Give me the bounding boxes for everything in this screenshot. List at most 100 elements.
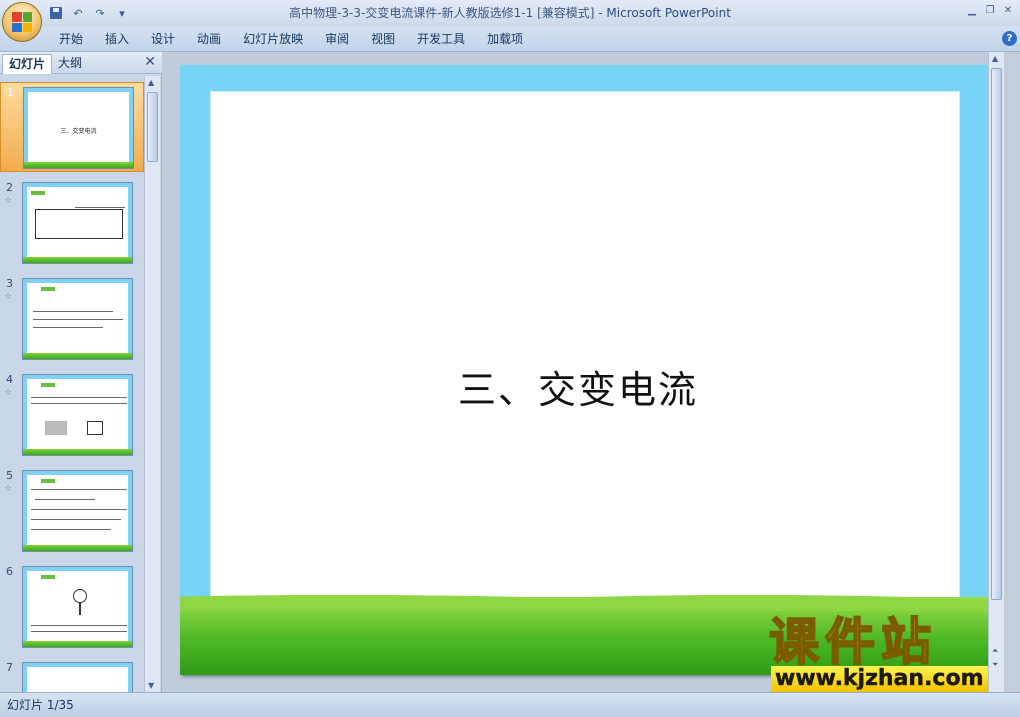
thumbnail-scrollbar[interactable]: ▲ ▼ <box>144 76 160 692</box>
restore-icon[interactable]: ❐ <box>982 2 998 18</box>
tab-insert[interactable]: 插入 <box>94 26 140 52</box>
minimize-icon[interactable]: ▁ <box>964 2 980 18</box>
animation-star-icon: ☆ <box>4 484 13 494</box>
help-icon[interactable]: ? <box>1002 31 1017 46</box>
panel-close-icon[interactable]: ✕ <box>144 54 156 70</box>
animation-star-icon: ☆ <box>4 292 13 302</box>
thumbnail-grass <box>23 353 132 359</box>
slide-thumbnail-2[interactable]: 2 ☆ <box>0 178 144 268</box>
tab-view[interactable]: 视图 <box>360 26 406 52</box>
document-name: 高中物理-3-3-交变电流课件-新人教版选修1-1 [兼容模式] <box>289 6 595 20</box>
slide-thumbnail-3[interactable]: 3 ☆ <box>0 274 144 364</box>
tab-review[interactable]: 审阅 <box>314 26 360 52</box>
tab-developer[interactable]: 开发工具 <box>406 26 476 52</box>
watermark-text: 课件站 <box>768 613 937 671</box>
app-name: - Microsoft PowerPoint <box>598 6 731 20</box>
slide-thumbnail-1[interactable]: 1 三、交变电流 <box>0 82 144 172</box>
thumbnail-line <box>31 403 127 404</box>
thumbnail-number: 5 <box>6 469 13 482</box>
scroll-up-icon[interactable]: ▲ <box>148 78 154 87</box>
scrollbar-thumb[interactable] <box>147 92 158 162</box>
thumbnail-canvas: 三、交变电流 <box>28 92 129 162</box>
thumbnail-preview: 三、交变电流 <box>23 87 134 169</box>
save-icon[interactable] <box>48 5 64 21</box>
thumbnail-number: 2 <box>6 181 13 194</box>
tab-add-ins[interactable]: 加载项 <box>476 26 534 52</box>
thumbnail-badge <box>41 383 55 387</box>
slide-thumbnail-7[interactable]: 7 <box>0 658 144 692</box>
thumbnail-fan-figure <box>73 589 87 603</box>
thumbnail-preview <box>22 182 133 264</box>
current-slide[interactable]: 三、交变电流 <box>180 65 992 675</box>
thumbnail-line <box>31 529 111 530</box>
slide-thumbnail-4[interactable]: 4 ☆ <box>0 370 144 460</box>
window-controls: ▁ ❐ ✕ <box>964 2 1016 18</box>
thumbnail-badge <box>41 479 55 483</box>
thumbnail-number: 7 <box>6 661 13 674</box>
thumbnail-grass <box>23 641 132 647</box>
tab-home[interactable]: 开始 <box>48 26 94 52</box>
scrollbar-thumb[interactable] <box>991 68 1002 600</box>
window-title: 高中物理-3-3-交变电流课件-新人教版选修1-1 [兼容模式] - Micro… <box>0 0 1020 26</box>
thumbnail-badge <box>41 575 55 579</box>
thumbnail-line <box>33 319 123 320</box>
slide-thumbnail-6[interactable]: 6 <box>0 562 144 652</box>
thumbnail-grass <box>23 257 132 263</box>
thumbnail-canvas <box>27 283 128 353</box>
thumbnail-figure <box>45 421 67 435</box>
ribbon-tabs: 开始 插入 设计 动画 幻灯片放映 审阅 视图 开发工具 加载项 <box>48 26 534 52</box>
watermark-logo: 课件站 www.kjzhan.com <box>768 613 1009 696</box>
thumbnail-line <box>31 489 127 490</box>
tab-slides[interactable]: 幻灯片 <box>2 54 53 74</box>
scroll-up-icon[interactable]: ▲ <box>992 54 998 63</box>
thumbnail-number: 6 <box>6 565 13 578</box>
thumbnail-line <box>31 509 127 510</box>
thumbnail-line <box>31 519 121 520</box>
thumbnail-canvas <box>27 571 128 641</box>
thumbnail-table <box>35 209 123 239</box>
slide-title[interactable]: 三、交变电流 <box>458 359 698 414</box>
quick-access-toolbar: ↶ ↷ ▾ <box>48 4 130 22</box>
thumbnail-line <box>31 397 127 398</box>
thumbnail-canvas <box>27 187 128 257</box>
thumbnail-canvas <box>27 667 128 692</box>
thumbnail-line <box>33 311 113 312</box>
ribbon: 开始 插入 设计 动画 幻灯片放映 审阅 视图 开发工具 加载项 ? <box>0 26 1020 52</box>
thumbnail-preview <box>22 470 133 552</box>
slide-thumbnail-5[interactable]: 5 ☆ <box>0 466 144 556</box>
office-button[interactable] <box>2 2 42 42</box>
tab-slide-show[interactable]: 幻灯片放映 <box>232 26 314 52</box>
thumbnail-number: 1 <box>7 86 14 99</box>
thumbnail-number: 4 <box>6 373 13 386</box>
thumbnail-number: 3 <box>6 277 13 290</box>
thumbnail-grass <box>23 545 132 551</box>
qat-dropdown-icon[interactable]: ▾ <box>114 5 130 21</box>
watermark-url: www.kjzhan.com <box>771 666 988 692</box>
close-icon[interactable]: ✕ <box>1000 2 1016 18</box>
thumbnail-line <box>31 625 127 626</box>
thumbnail-preview <box>22 566 133 648</box>
thumbnail-canvas <box>27 379 128 449</box>
panel-tabs: 幻灯片 大纲 ✕ <box>0 52 162 74</box>
thumbnail-line <box>35 499 95 500</box>
scroll-down-icon[interactable]: ▼ <box>148 681 154 690</box>
undo-icon[interactable]: ↶ <box>70 5 86 21</box>
thumbnail-line <box>33 327 103 328</box>
thumbnail-figure <box>87 421 103 435</box>
redo-icon[interactable]: ↷ <box>92 5 108 21</box>
office-logo-icon <box>12 12 32 32</box>
thumbnail-badge <box>41 287 55 291</box>
tab-animations[interactable]: 动画 <box>186 26 232 52</box>
slide-scrollbar[interactable]: ▲ ⏶ ⏷ <box>988 52 1004 692</box>
animation-star-icon: ☆ <box>4 388 13 398</box>
thumbnail-badge <box>31 191 45 195</box>
thumbnail-preview <box>22 374 133 456</box>
slide-counter: 幻灯片 1/35 <box>7 698 74 712</box>
thumbnail-fan-stand <box>79 603 81 615</box>
slide-workspace: 三、交变电流 ▲ ⏶ ⏷ <box>163 52 1004 692</box>
thumbnail-canvas <box>27 475 128 545</box>
tab-design[interactable]: 设计 <box>140 26 186 52</box>
thumbnail-grass <box>24 162 133 168</box>
tab-outline[interactable]: 大纲 <box>52 54 88 74</box>
thumbnail-grass <box>23 449 132 455</box>
